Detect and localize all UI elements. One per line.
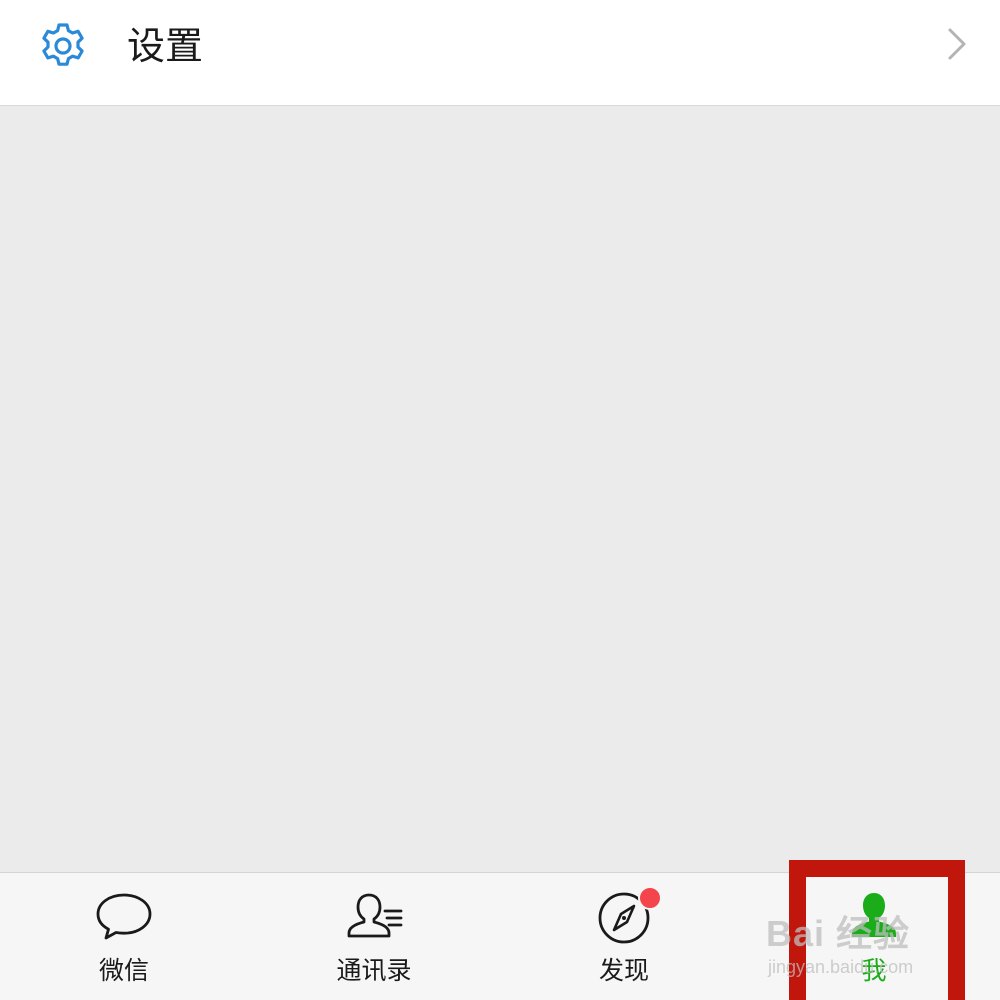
- bottom-tab-bar: 微信 通讯录 发现 我: [0, 872, 1000, 1000]
- tab-contacts[interactable]: 通讯录: [294, 873, 454, 1000]
- tab-label: 发现: [598, 956, 649, 985]
- tab-chats[interactable]: 微信: [44, 873, 204, 1000]
- settings-row[interactable]: 设置: [0, 0, 1000, 106]
- tab-discover[interactable]: 发现: [544, 873, 704, 1000]
- tab-label: 我: [861, 956, 887, 985]
- tab-me[interactable]: 我: [794, 873, 954, 1000]
- notification-badge-dot: [638, 886, 662, 910]
- settings-label: 设置: [127, 24, 204, 68]
- content-area: [0, 107, 1000, 872]
- contacts-icon: [343, 889, 405, 947]
- chevron-right-icon: [944, 26, 970, 62]
- gear-icon: [38, 21, 88, 71]
- tab-label: 通讯录: [336, 956, 412, 985]
- person-icon: [843, 889, 905, 947]
- tab-label: 微信: [98, 956, 149, 985]
- chat-bubble-icon: [93, 889, 155, 947]
